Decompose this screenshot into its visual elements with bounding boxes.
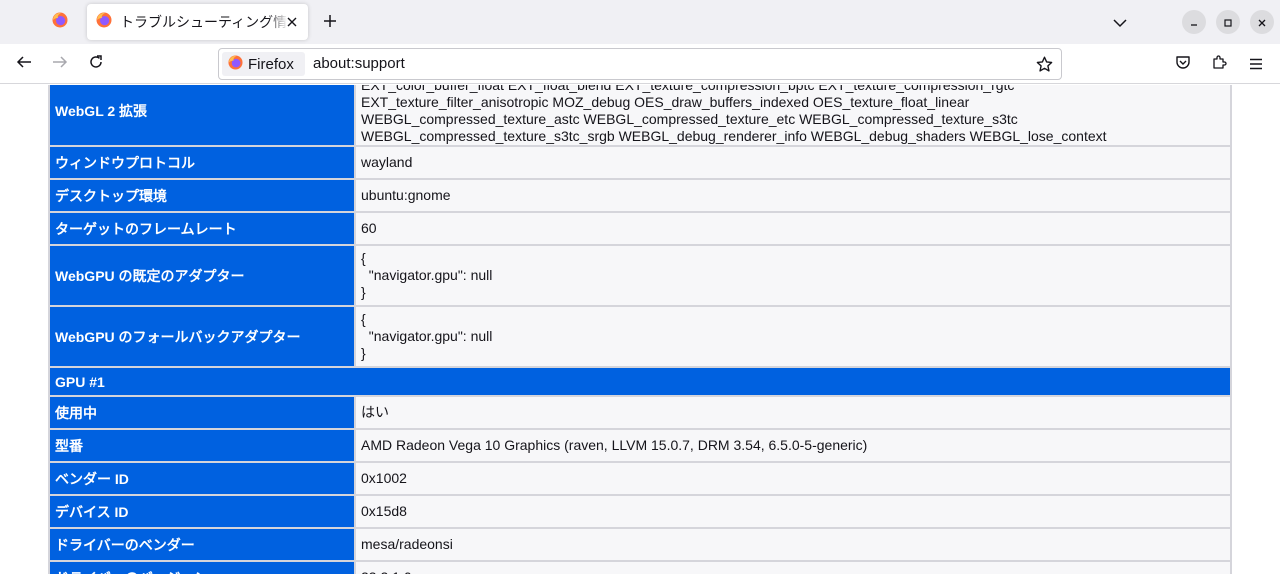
hamburger-menu-icon <box>1249 55 1263 74</box>
firefox-logo-icon <box>52 12 68 32</box>
pocket-icon <box>1175 54 1191 74</box>
navigation-toolbar: Firefox about:support <box>0 44 1280 84</box>
tab-troubleshooting[interactable]: トラブルシューティング情報 <box>87 4 308 40</box>
row-key: WebGPU のフォールバックアダプター <box>48 305 356 368</box>
row-value: 23.2.1.0 <box>354 560 1232 574</box>
new-tab-button[interactable] <box>316 8 344 36</box>
table-row: 型番 AMD Radeon Vega 10 Graphics (raven, L… <box>48 428 1232 463</box>
firefox-logo-icon <box>228 54 243 74</box>
table-row: デスクトップ環境 ubuntu:gnome <box>48 178 1232 213</box>
table-row: WebGPU のフォールバックアダプター { "navigator.gpu": … <box>48 305 1232 368</box>
list-all-tabs-button[interactable] <box>1106 8 1134 36</box>
row-value: mesa/radeonsi <box>354 527 1232 562</box>
row-key: ベンダー ID <box>48 461 356 496</box>
maximize-button[interactable] <box>1216 10 1240 34</box>
arrow-right-icon <box>52 54 68 74</box>
app-menu-button[interactable] <box>1242 50 1270 78</box>
row-key: WebGPU の既定のアダプター <box>48 244 356 307</box>
table-row: 使用中 はい <box>48 395 1232 430</box>
table-row: ドライバーのベンダー mesa/radeonsi <box>48 527 1232 562</box>
table-row: ターゲットのフレームレート 60 <box>48 211 1232 246</box>
identity-box[interactable]: Firefox <box>222 52 305 76</box>
puzzle-piece-icon <box>1211 54 1227 74</box>
url-bar[interactable]: Firefox about:support <box>218 48 1062 80</box>
row-value: AMD Radeon Vega 10 Graphics (raven, LLVM… <box>354 428 1232 463</box>
table-row: ベンダー ID 0x1002 <box>48 461 1232 496</box>
tab-strip: トラブルシューティング情報 <box>0 0 1280 44</box>
url-input[interactable]: about:support <box>313 55 405 72</box>
tab-title: トラブルシューティング情報 <box>120 15 288 31</box>
row-value: { "navigator.gpu": null } <box>354 244 1232 307</box>
row-key: ドライバーのベンダー <box>48 527 356 562</box>
row-value: 0x15d8 <box>354 494 1232 529</box>
table-row: WebGPU の既定のアダプター { "navigator.gpu": null… <box>48 244 1232 307</box>
row-value: EXT_color_buffer_float EXT_float_blend E… <box>354 85 1232 147</box>
table-row: デバイス ID 0x15d8 <box>48 494 1232 529</box>
row-value: { "navigator.gpu": null } <box>354 305 1232 368</box>
pocket-button[interactable] <box>1169 50 1197 78</box>
plus-icon <box>323 13 337 32</box>
row-key: WebGL 2 拡張 <box>48 85 356 147</box>
close-tab-icon[interactable] <box>282 12 302 32</box>
firefox-logo-icon <box>96 12 112 32</box>
row-key: デスクトップ環境 <box>48 178 356 213</box>
identity-label: Firefox <box>248 55 294 73</box>
row-value: 0x1002 <box>354 461 1232 496</box>
minimize-icon <box>1189 13 1199 32</box>
close-icon <box>1257 13 1267 32</box>
row-value: ubuntu:gnome <box>354 178 1232 213</box>
row-key: デバイス ID <box>48 494 356 529</box>
section-header-row: GPU #1 <box>48 366 1232 397</box>
maximize-icon <box>1223 13 1233 32</box>
extensions-button[interactable] <box>1205 50 1233 78</box>
minimize-button[interactable] <box>1182 10 1206 34</box>
row-value: wayland <box>354 145 1232 180</box>
row-key: 使用中 <box>48 395 356 430</box>
table-row: WebGL 2 拡張 EXT_color_buffer_float EXT_fl… <box>48 85 1232 147</box>
arrow-left-icon <box>16 54 32 74</box>
table-row: ドライバーのバージョン 23.2.1.0 <box>48 560 1232 574</box>
pinned-tab[interactable] <box>38 6 82 38</box>
close-window-button[interactable] <box>1250 10 1274 34</box>
row-key: 型番 <box>48 428 356 463</box>
page-content: WebGL 2 拡張 EXT_color_buffer_float EXT_fl… <box>0 85 1280 574</box>
row-key: ドライバーのバージョン <box>48 560 356 574</box>
row-value: はい <box>354 395 1232 430</box>
forward-button[interactable] <box>46 50 74 78</box>
chevron-down-icon <box>1113 13 1127 32</box>
reload-button[interactable] <box>82 50 110 78</box>
row-value: 60 <box>354 211 1232 246</box>
section-title: GPU #1 <box>48 366 1232 397</box>
row-key: ウィンドウプロトコル <box>48 145 356 180</box>
table-row: ウィンドウプロトコル wayland <box>48 145 1232 180</box>
bookmark-star-icon[interactable] <box>1033 53 1055 75</box>
back-button[interactable] <box>10 50 38 78</box>
reload-icon <box>88 54 104 74</box>
row-key: ターゲットのフレームレート <box>48 211 356 246</box>
graphics-info-table: WebGL 2 拡張 EXT_color_buffer_float EXT_fl… <box>48 85 1232 574</box>
